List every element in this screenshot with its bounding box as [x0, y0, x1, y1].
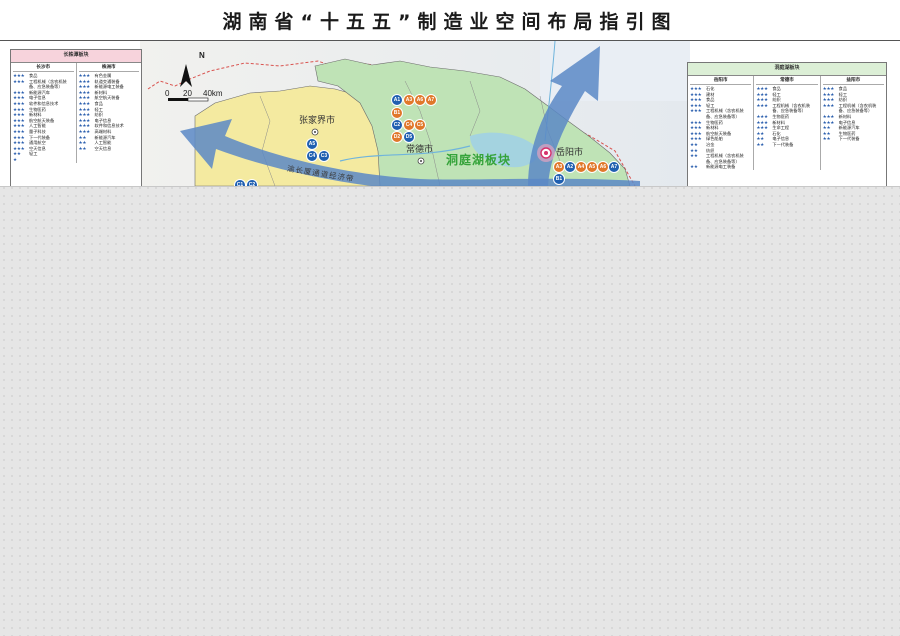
- industry-name: 工程机械（含农机装备、应急装备等）: [706, 153, 744, 164]
- scale-bar-segment: [168, 98, 188, 101]
- industry-badge: A1: [391, 94, 403, 106]
- city-label-changde: 常德市: [406, 144, 434, 154]
- legend-dongting: 洞庭湖板块 岳阳市 ★★★ 石化 ★★★ 建材 ★★★ 食品 ★★★ 轻工 ★★★ 工程机械（含农机…: [687, 62, 887, 186]
- star-rating-icon: ★★: [78, 145, 87, 151]
- legend-city-title: 岳阳市: [690, 76, 752, 85]
- legend-industry-row: ★★★ 工程机械（含农机装备、应急装备等）: [823, 103, 884, 114]
- legend-column: 株洲市 ★★★ 有色金属 ★★★ 轨道交通装备 ★★★ 新能源电工装备 ★★★ 新材料 ★★★ 航空…: [77, 63, 142, 163]
- legend-industry-row: ★★ 下一代装备: [823, 136, 884, 142]
- legend-industry-row: ★★ 空天信息: [79, 146, 140, 152]
- industry-name: 工程机械（含农机装备、应急装备等）: [706, 108, 744, 119]
- industry-name: 下一代装备: [838, 136, 860, 142]
- legend-industry-row: ★★★ 工程机械（含农机装备、应急装备等）: [690, 108, 751, 119]
- star-rating-icon: ★★: [822, 136, 831, 142]
- legend-title: 洞庭湖板块: [688, 63, 886, 76]
- legend-city-title: 益阳市: [822, 76, 884, 85]
- industry-badge: D5: [403, 131, 415, 143]
- industry-name: 工程机械（含农机装备、应急装备等）: [29, 78, 67, 90]
- industry-badge: B1: [553, 173, 565, 185]
- legend-changzhutan: 长株潭板块 长沙市 ★★★ 食品 ★★★ 工程机械（含农机装备、应急装备等） ★★★ 新能源…: [10, 49, 142, 186]
- industry-badge: C1: [234, 179, 246, 186]
- region-label-dongting: 洞庭湖板块: [446, 153, 512, 167]
- industry-name: 轻工: [29, 151, 38, 157]
- legend-column: 岳阳市 ★★★ 石化 ★★★ 建材 ★★★ 食品 ★★★ 轻工 ★★★ 工程机械（含农机装备、应急装…: [688, 76, 755, 170]
- star-rating-icon: ★★: [690, 153, 698, 159]
- legend-columns: 长沙市 ★★★ 食品 ★★★ 工程机械（含农机装备、应急装备等） ★★★ 新能源汽车 ★★★ 电…: [11, 63, 141, 163]
- legend-industry-row: ★★★ 工程机械（含农机装备、应急装备等）: [756, 103, 817, 114]
- scale-label-0: 0: [165, 89, 170, 98]
- industry-badge: A7: [425, 94, 437, 106]
- title-bar: 湖南省“十五五”制造业空间布局指引图: [0, 0, 900, 41]
- industry-name: 下一代装备: [772, 141, 794, 147]
- industry-badge: C2: [391, 119, 403, 131]
- industry-badge: A5: [306, 138, 318, 150]
- industry-name: 新能源电工装备: [706, 164, 736, 170]
- industry-name: 工程机械（含农机装备、应急装备等）: [772, 102, 811, 114]
- star-rating-icon: ★★★: [756, 102, 768, 108]
- industry-badge: C3: [318, 150, 330, 162]
- legend-industry-row: ★★★ 工程机械（含农机装备、应急装备等）: [13, 79, 74, 90]
- map-poster: 湖南省“十五五”制造业空间布局指引图 N 0 20 40km 张家界市 常德市 …: [0, 0, 900, 187]
- legend-city-title: 株洲市: [78, 63, 139, 72]
- star-rating-icon: ★★: [690, 164, 698, 170]
- industry-badge: B1: [391, 107, 403, 119]
- scale-bar-segment: [187, 97, 209, 102]
- industry-name: 工程机械（含农机装备、应急装备等）: [838, 102, 877, 114]
- legend-city-title: 长沙市: [13, 63, 74, 72]
- north-label: N: [199, 51, 205, 60]
- legend-column: 长沙市 ★★★ 食品 ★★★ 工程机械（含农机装备、应急装备等） ★★★ 新能源汽车 ★★★ 电…: [11, 63, 77, 163]
- legend-city-title: 常德市: [756, 76, 818, 85]
- industry-badge: C4: [306, 150, 318, 162]
- legend-industry-row: ★: [13, 157, 74, 163]
- industry-badge: C2: [246, 179, 258, 186]
- map-area: N 0 20 40km 张家界市 常德市 岳阳市 洞庭湖板块 渝长厦通道经济带 …: [0, 41, 900, 186]
- city-label-zhangjiajie: 张家界市: [299, 115, 336, 125]
- map-title: 湖南省“十五五”制造业空间布局指引图: [222, 10, 678, 33]
- scale-label-40km: 40km: [203, 89, 223, 98]
- legend-industry-row: ★★ 新能源电工装备: [690, 164, 751, 170]
- legend-column: 益阳市 ★★★ 食品 ★★★ 轻工 ★★★ 纺织 ★★★ 工程机械（含农机装备、应急装备等） ★★…: [821, 76, 886, 170]
- legend-columns: 岳阳市 ★★★ 石化 ★★★ 建材 ★★★ 食品 ★★★ 轻工 ★★★ 工程机械（含农机装备、应急装…: [688, 76, 886, 170]
- legend-column: 常德市 ★★★ 食品 ★★★ 轻工 ★★★ 纺织 ★★★ 工程机械（含农机装备、应急装备等） ★★…: [754, 76, 821, 170]
- industry-badge: D2: [391, 131, 403, 143]
- star-rating-icon: ★★★: [822, 102, 835, 108]
- star-rating-icon: ★: [13, 156, 17, 162]
- legend-title: 长株潭板块: [11, 50, 141, 63]
- industry-name: 空天信息: [94, 145, 112, 151]
- industry-badge: A7: [608, 161, 620, 173]
- star-rating-icon: ★★★: [13, 78, 25, 84]
- legend-industry-row: ★★ 下一代装备: [756, 142, 817, 148]
- city-label-yueyang: 岳阳市: [556, 147, 584, 157]
- industry-badge: C5: [414, 119, 426, 131]
- star-rating-icon: ★★: [756, 141, 764, 147]
- legend-industry-row: ★★ 工程机械（含农机装备、应急装备等）: [690, 153, 751, 164]
- scale-label-20: 20: [183, 89, 192, 98]
- star-rating-icon: ★★★: [690, 108, 702, 114]
